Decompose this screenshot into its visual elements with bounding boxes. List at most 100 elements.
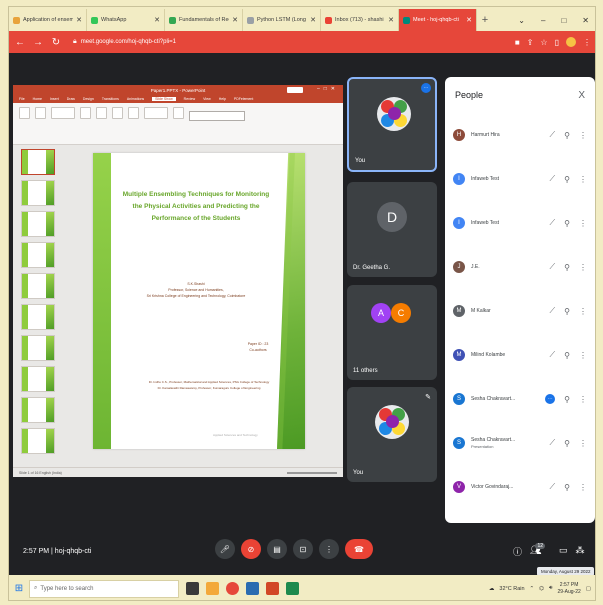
task-view-icon[interactable]	[186, 582, 199, 595]
slide-coauthor-heading-line: Co-authors	[249, 348, 267, 352]
tab-favicon-icon	[247, 16, 254, 24]
word-icon[interactable]	[246, 582, 259, 595]
sidebar-icon[interactable]: ▯	[555, 38, 559, 47]
more-options-button[interactable]: ⋮	[319, 539, 339, 559]
browser-tab[interactable]: Fundamentals of Rec ✕	[165, 9, 243, 31]
present-button[interactable]: ⊡	[293, 539, 313, 559]
reload-icon[interactable]: ↻	[51, 37, 61, 48]
more-options-icon[interactable]: ⋮	[579, 131, 587, 140]
person-name-block: Milind Kolambe	[471, 352, 544, 358]
more-options-icon[interactable]: ⋮	[579, 395, 587, 404]
taskbar-search[interactable]: ⌕ Type here to search	[29, 579, 179, 598]
file-explorer-icon[interactable]	[206, 582, 219, 595]
meeting-time: 2:57 PM	[23, 548, 50, 555]
pin-icon[interactable]: ⚲	[564, 263, 570, 272]
share-icon[interactable]: ⇪	[527, 38, 534, 47]
microphone-button[interactable]: 🎤︎	[215, 539, 235, 559]
more-options-icon[interactable]: ⋮	[579, 307, 587, 316]
activities-icon[interactable]: ⁂	[576, 545, 585, 558]
more-options-icon[interactable]: ⋮	[579, 439, 587, 448]
pin-icon[interactable]: ⚲	[564, 351, 570, 360]
participant-tile[interactable]: D Dr. Geetha G.	[347, 182, 437, 277]
more-options-icon[interactable]: ⋮	[579, 219, 587, 228]
participant-tile[interactable]: ⋯ You	[347, 77, 437, 172]
more-options-icon[interactable]: ⋮	[579, 483, 587, 492]
taskbar-search-placeholder: Type here to search	[40, 585, 94, 592]
slide-coauthor-line: Dr. Kamalavathi Ramaswamy, Professor, Ku…	[157, 386, 261, 390]
people-icon[interactable]: 👥︎12	[530, 543, 551, 558]
info-icon[interactable]: ⓘ	[513, 545, 522, 558]
more-options-icon[interactable]: ⋯	[421, 83, 431, 93]
people-title: People	[455, 90, 484, 100]
pin-icon[interactable]: ⚲	[564, 219, 570, 228]
forward-icon[interactable]: →	[33, 37, 43, 48]
ppt-menu-item: Animations	[126, 97, 145, 101]
star-icon[interactable]: ☆	[540, 38, 547, 47]
pin-icon[interactable]: ⚲	[564, 439, 570, 448]
notifications-icon[interactable]: ▢	[586, 586, 591, 592]
excel-icon[interactable]	[286, 582, 299, 595]
tab-close-icon[interactable]: ✕	[310, 16, 316, 24]
window-control-icon[interactable]: –	[541, 16, 545, 25]
more-options-icon[interactable]: ⋮	[579, 175, 587, 184]
tab-close-icon[interactable]: ✕	[466, 16, 472, 24]
person-name-block: Infaweb Test	[471, 220, 544, 226]
powerpoint-window-controls: –□✕	[317, 86, 339, 92]
ribbon-dropdown	[189, 111, 245, 121]
more-options-icon[interactable]: ⋮	[579, 351, 587, 360]
new-tab-button[interactable]: +	[477, 9, 493, 31]
slide-author-line: Sri Krishna College of Engineering and T…	[146, 294, 246, 298]
ribbon-button	[35, 107, 46, 119]
participant-tile[interactable]: ✎ You	[347, 387, 437, 482]
chrome-icon[interactable]	[226, 582, 239, 595]
browser-tab[interactable]: Inbox (713) - shashi ✕	[321, 9, 399, 31]
captions-button[interactable]: ▤	[267, 539, 287, 559]
network-icon[interactable]: ⌬	[539, 586, 544, 592]
pin-icon[interactable]: ⚲	[564, 395, 570, 404]
window-control-icon[interactable]: □	[561, 16, 566, 25]
powerpoint-workspace: Multiple Ensembling Techniques for Monit…	[13, 145, 343, 467]
browser-tab[interactable]: Meet - hoj-qhqb-cti ✕	[399, 9, 477, 31]
browser-tab[interactable]: Application of ensemb ✕	[9, 9, 87, 31]
more-options-icon[interactable]: ⋮	[579, 263, 587, 272]
participant-name: You	[353, 470, 364, 476]
volume-icon[interactable]: 🔊︎	[549, 585, 552, 592]
camera-off-button[interactable]: ⊘	[241, 539, 261, 559]
tab-close-icon[interactable]: ✕	[76, 16, 82, 24]
close-icon[interactable]: X	[578, 90, 585, 101]
tab-close-icon[interactable]: ✕	[154, 16, 160, 24]
browser-tab[interactable]: Python LSTM (Long S ✕	[243, 9, 321, 31]
person-avatar: M	[453, 349, 465, 361]
avatar-petal	[388, 107, 401, 120]
avatar-petal	[386, 415, 399, 428]
profile-avatar[interactable]	[566, 37, 576, 47]
tray-chevron-icon[interactable]: ⌃	[530, 586, 535, 592]
windows-start-icon[interactable]: ⊞	[9, 583, 29, 594]
camera-icon[interactable]: ■	[515, 38, 520, 47]
window-control-icon[interactable]: ✕	[582, 16, 589, 25]
person-avatar: H	[453, 129, 465, 141]
pin-icon[interactable]: ⚲	[564, 307, 570, 316]
back-icon[interactable]: ←	[15, 37, 25, 48]
ribbon-button	[51, 107, 75, 119]
kebab-menu-icon[interactable]: ⋮	[583, 38, 591, 47]
ribbon-button	[144, 107, 168, 119]
slide-thumbnails	[15, 149, 57, 461]
end-call-button[interactable]: ☎︎	[345, 539, 373, 559]
participant-tile[interactable]: A C 11 others	[347, 285, 437, 380]
chat-icon[interactable]: ▭	[559, 545, 568, 558]
browser-tab[interactable]: WhatsApp ✕	[87, 9, 165, 31]
pin-icon[interactable]: ⚲	[564, 483, 570, 492]
pin-icon[interactable]: ⚲	[564, 175, 570, 184]
window-control-icon[interactable]: ⌄	[518, 16, 525, 25]
powerpoint-icon[interactable]	[266, 582, 279, 595]
url-field[interactable]: 🔒︎ meet.google.com/hoj-qhqb-cti?pli=1	[69, 34, 507, 50]
presentation-tile[interactable]: Paper1.PPTX - PowerPoint –□✕ File Home Ins…	[13, 85, 343, 477]
slide-thumbnail	[21, 397, 55, 423]
taskbar-clock[interactable]: 2:57 PM 29-Aug-22	[557, 582, 580, 596]
tab-close-icon[interactable]: ✕	[232, 16, 238, 24]
tab-close-icon[interactable]: ✕	[388, 16, 394, 24]
slide-author: S.K.Shashi Professor, Science and Humanit…	[121, 281, 271, 299]
ppt-menu-item: Home	[32, 97, 42, 101]
pin-icon[interactable]: ⚲	[564, 131, 570, 140]
